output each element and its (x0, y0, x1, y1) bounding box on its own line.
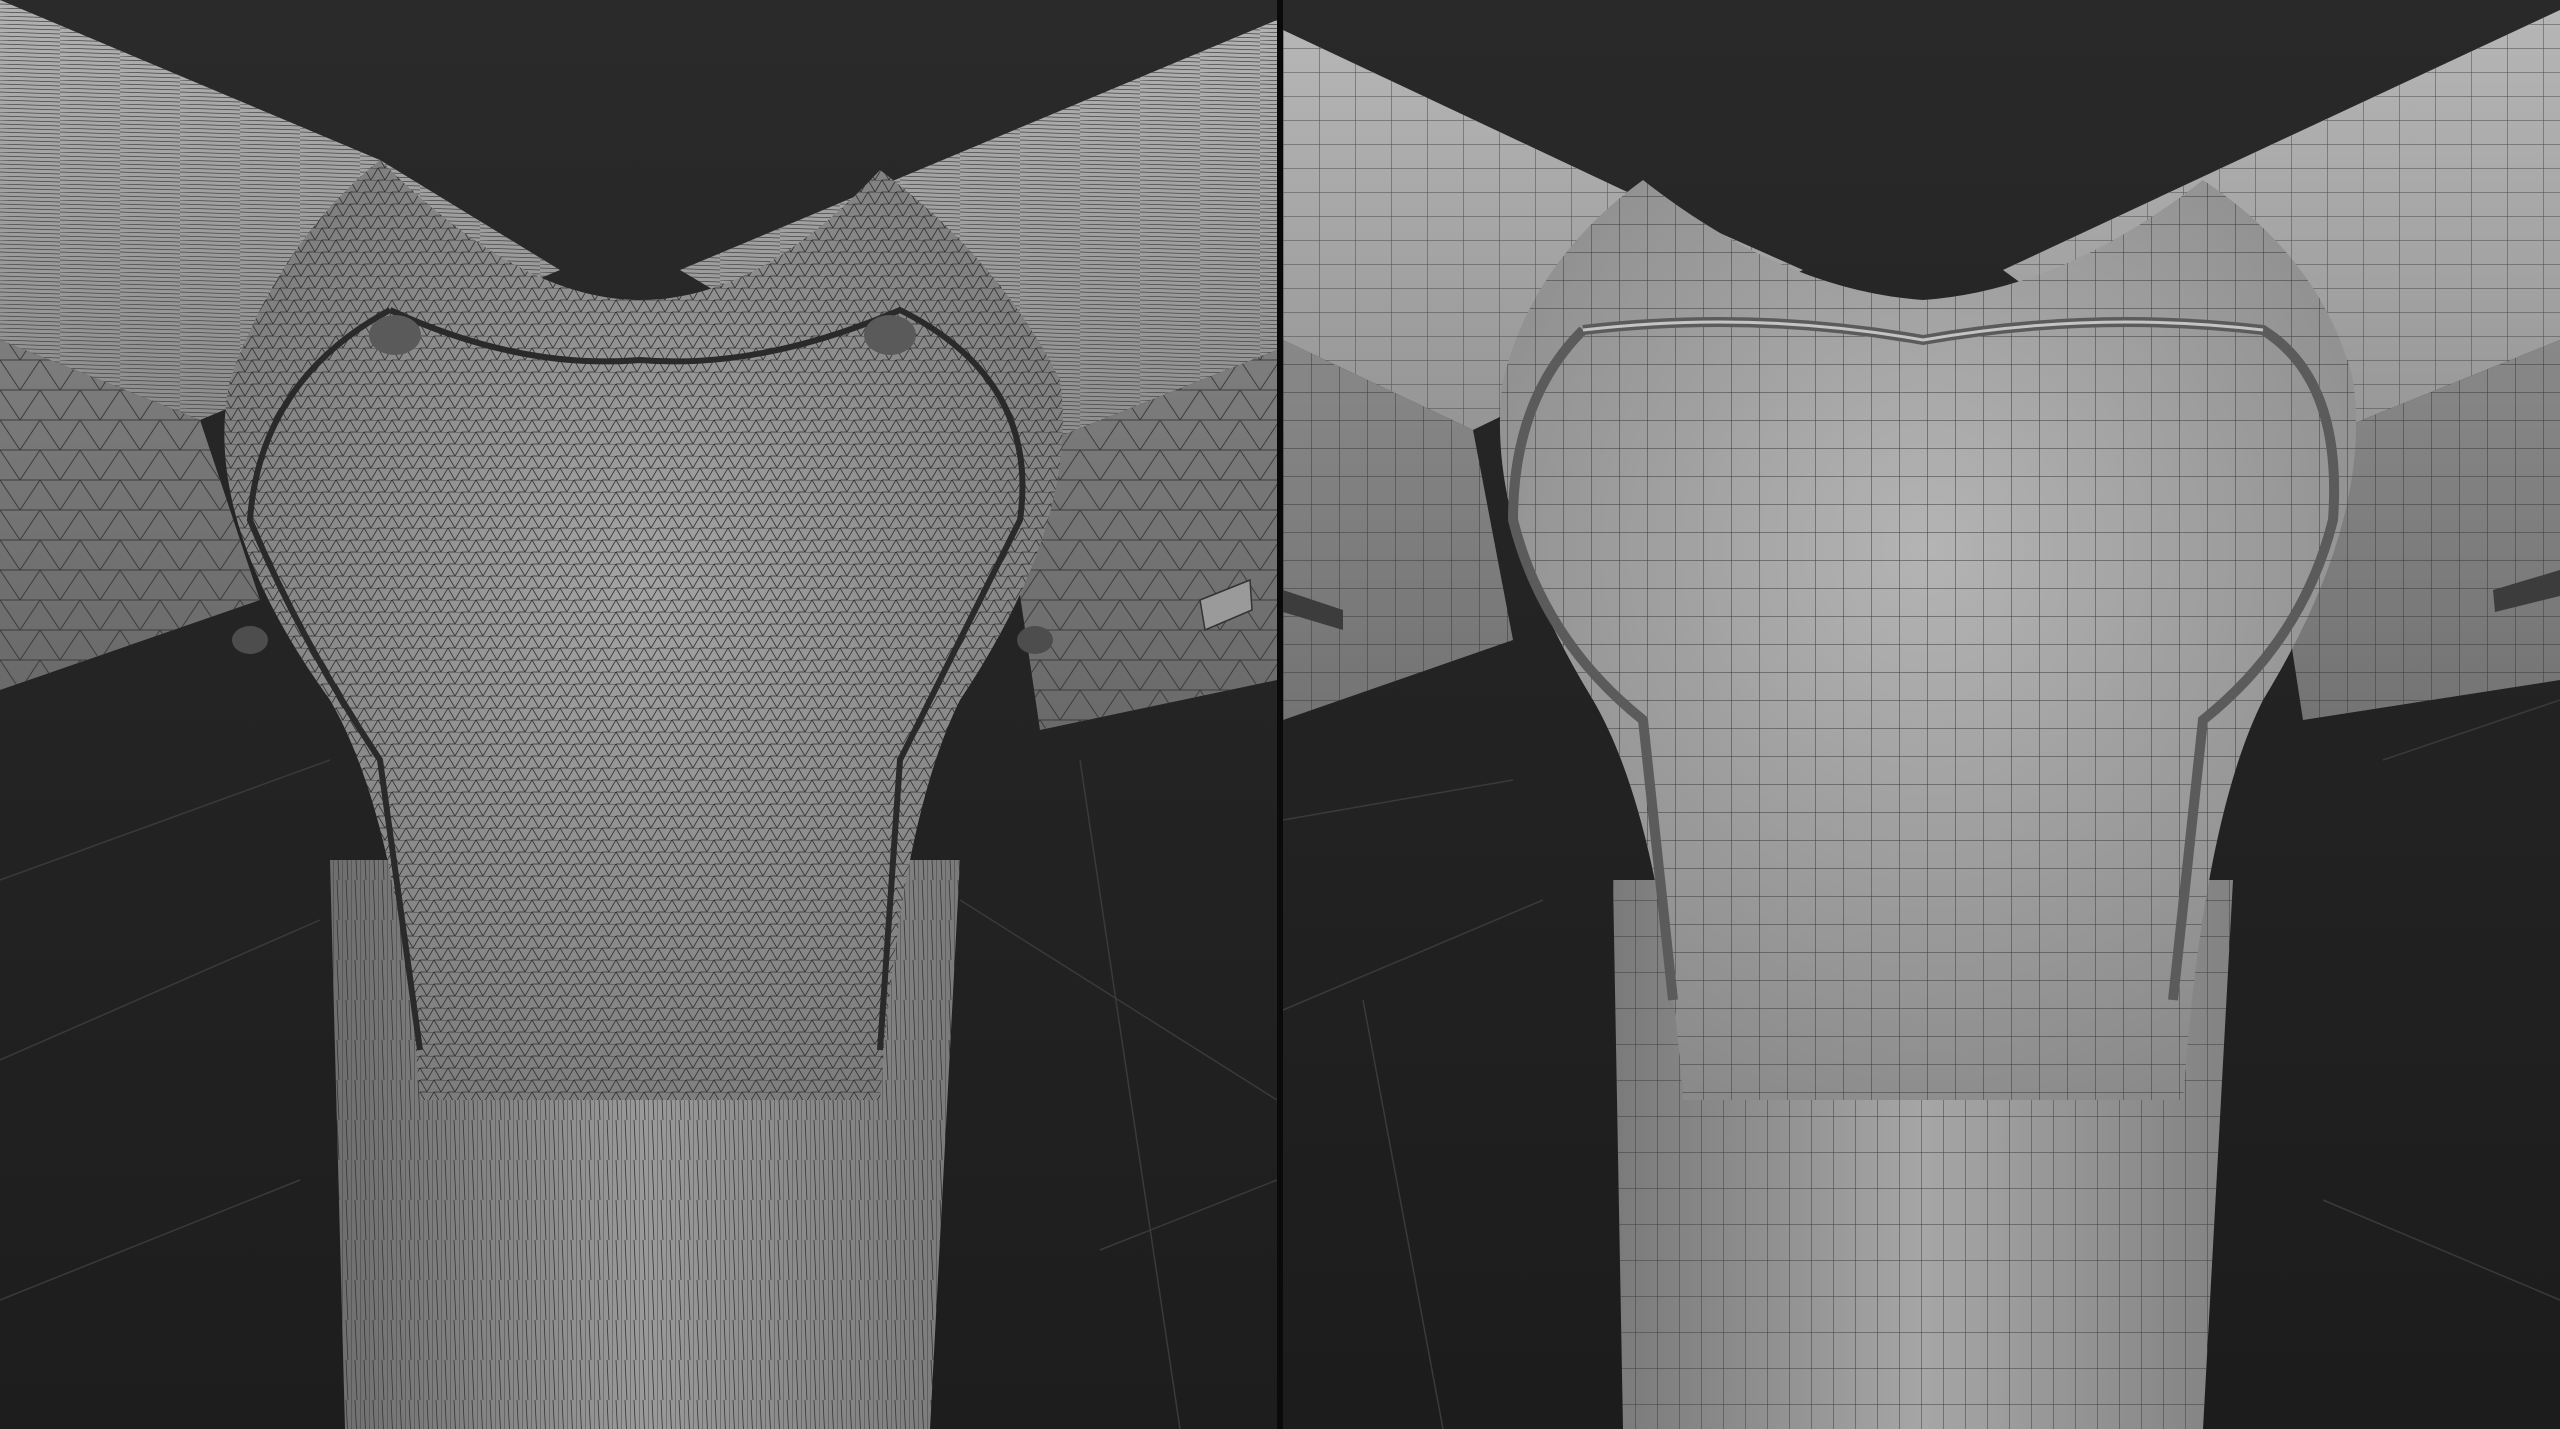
comparison-stage (0, 0, 2560, 1429)
triangulated-mesh-view (0, 0, 1277, 1429)
triangulated-mesh-render (0, 0, 1277, 1429)
quad-topology-mesh-view (1283, 0, 2560, 1429)
quad-mesh-render (1283, 0, 2560, 1429)
